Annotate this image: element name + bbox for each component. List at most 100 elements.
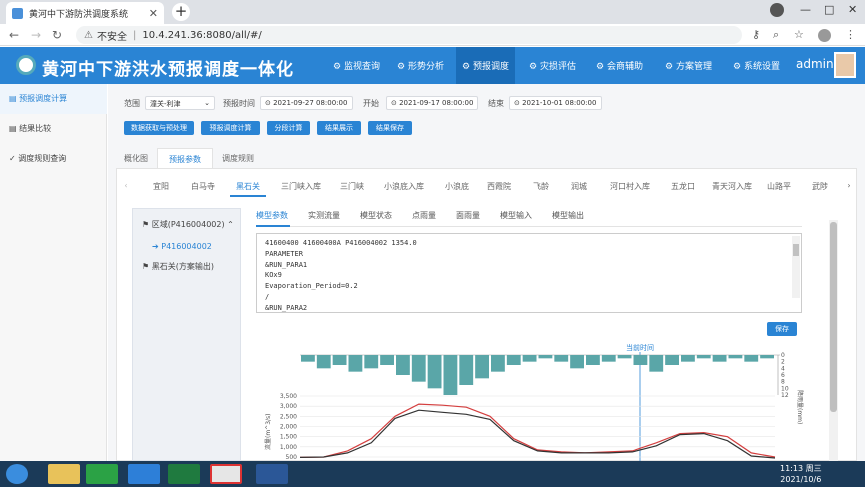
station-tab[interactable]: 润城 — [566, 181, 592, 197]
excel-icon[interactable] — [168, 464, 200, 484]
rainfall-bar — [665, 355, 679, 365]
omnibox[interactable]: ⚠ 不安全 | 10.4.241.36:8080/all/#/ — [76, 26, 742, 44]
wechat-icon[interactable] — [86, 464, 118, 484]
reload-icon[interactable]: ↻ — [52, 28, 62, 42]
station-tab[interactable]: 小浪底 — [440, 181, 474, 197]
editor-line: 41600400 41600400A P416004002 1354.0 — [265, 239, 417, 247]
start-time-value: 2021-09-17 08:00:00 — [399, 99, 474, 107]
nav-consult[interactable]: ⚙ 会商辅助 — [596, 59, 643, 72]
range-label: 范围 — [124, 99, 140, 108]
chevron-right-icon[interactable]: › — [845, 181, 853, 197]
preprocess-button[interactable]: 数据获取与预处理 — [124, 121, 194, 135]
rainfall-bar — [760, 355, 774, 359]
profile-download-icon[interactable] — [770, 3, 784, 17]
station-tab[interactable]: 西霞院 — [482, 181, 516, 197]
zoom-icon[interactable]: ⌕ — [773, 28, 779, 42]
tree-region-label: 区域(P416004002) — [151, 220, 225, 229]
chevron-left-icon[interactable]: ‹ — [122, 181, 130, 197]
favicon-icon — [12, 7, 23, 19]
page-scroll-thumb[interactable] — [830, 222, 837, 412]
ie-icon[interactable] — [128, 464, 160, 484]
range-select[interactable]: 潼关-利津 ⌄ — [145, 96, 215, 110]
save-button[interactable]: 保存 — [767, 322, 797, 336]
station-tab[interactable]: 白马寺 — [186, 181, 220, 197]
station-tab[interactable]: 河口村入库 — [604, 181, 656, 197]
tab-overview[interactable]: 概化图 — [116, 148, 156, 168]
maximize-icon[interactable]: □ — [824, 3, 834, 16]
nav-disaster[interactable]: ⚙ 灾损评估 — [529, 59, 576, 72]
chrome-icon[interactable] — [210, 464, 242, 484]
nav-situation[interactable]: ⚙ 形势分析 — [397, 59, 444, 72]
avatar[interactable] — [834, 52, 856, 78]
station-tab[interactable]: 宜阳 — [146, 181, 176, 197]
minimize-icon[interactable]: — — [800, 3, 811, 16]
show-result-button[interactable]: 结果展示 — [317, 121, 361, 135]
word-icon[interactable] — [256, 464, 288, 484]
forecast-time-label: 预报时间 — [223, 99, 255, 108]
station-tab[interactable]: 五龙口 — [666, 181, 700, 197]
editor-scroll-thumb[interactable] — [793, 244, 799, 256]
start-button-icon[interactable] — [6, 464, 28, 484]
back-icon[interactable]: ← — [9, 28, 19, 42]
tree-node-region[interactable]: ⚑ 区域(P416004002) ⌃ — [142, 219, 234, 230]
forward-icon[interactable]: → — [31, 28, 41, 42]
nav-plan[interactable]: ⚙ 方案管理 — [665, 59, 712, 72]
star-icon[interactable]: ☆ — [794, 28, 804, 41]
param-tab-model-state[interactable]: 模型状态 — [360, 210, 392, 224]
new-tab-button[interactable]: + — [172, 3, 190, 21]
segment-calc-button[interactable]: 分段计算 — [267, 121, 310, 135]
app-header: 黄河中下游洪水预报调度一体化 ⚙ 监视查询 ⚙ 形势分析 ⚙ 预报调度 ⚙ 灾损… — [0, 47, 865, 84]
sidebar-item-label: 结果比较 — [19, 124, 52, 133]
station-tab-active[interactable]: 黑石关 — [230, 181, 266, 197]
nav-consult-label: 会商辅助 — [606, 62, 643, 72]
station-tab[interactable]: 三门峡入库 — [276, 181, 326, 197]
sidebar-item-forecast-calc[interactable]: ▤ 预报调度计算 — [0, 84, 107, 114]
nav-monitor[interactable]: ⚙ 监视查询 — [333, 59, 380, 72]
current-time-label: 当前时间 — [626, 343, 654, 352]
clock-date: 2021/10/6 — [780, 475, 822, 484]
profile-icon[interactable] — [818, 29, 831, 42]
sidebar-item-compare[interactable]: ▤ 结果比较 — [0, 114, 107, 144]
tree-output-label: 黑石关(方案输出) — [151, 262, 214, 271]
nav-forecast[interactable]: ⚙ 预报调度 — [456, 47, 515, 84]
nav-settings[interactable]: ⚙ 系统设置 — [733, 59, 780, 72]
station-tab[interactable]: 三门峡 — [336, 181, 368, 197]
param-tab-divider — [256, 226, 802, 227]
menu-icon[interactable]: ⋮ — [845, 28, 856, 41]
forecast-time-input[interactable]: ⊙ 2021-09-27 08:00:00 — [260, 96, 353, 110]
rainfall-bar — [744, 355, 759, 362]
param-tab-point-rain[interactable]: 点雨量 — [412, 210, 436, 224]
user-name[interactable]: admin — [796, 57, 834, 71]
station-tab[interactable]: 飞龄 — [528, 181, 554, 197]
observed-flow-line — [299, 409, 776, 459]
rainfall-bar — [332, 355, 347, 365]
param-tab-model-output[interactable]: 模型输出 — [552, 210, 584, 224]
param-tab-area-rain[interactable]: 面雨量 — [456, 210, 480, 224]
url-text[interactable]: 10.4.241.36:8080/all/#/ — [142, 30, 261, 41]
param-tab-model-input[interactable]: 模型输入 — [500, 210, 532, 224]
station-tab[interactable]: 武陟 — [806, 181, 834, 197]
station-tab[interactable]: 山路平 — [762, 181, 796, 197]
close-tab-icon[interactable]: ✕ — [149, 7, 158, 20]
param-tab-measured-flow[interactable]: 实测流量 — [308, 210, 340, 224]
browser-tab[interactable]: 黄河中下游防洪调度系统 ✕ — [6, 2, 164, 24]
rainfall-bar — [696, 355, 711, 359]
tree-node-output[interactable]: ⚑ 黑石关(方案输出) — [142, 261, 214, 272]
editor-line: &RUN_PARA2 — [265, 303, 308, 312]
model-params-editor[interactable]: 41600400 41600400A P416004002 1354.0 PAR… — [256, 233, 802, 313]
save-result-button[interactable]: 结果保存 — [368, 121, 412, 135]
start-time-input[interactable]: ⊙ 2021-09-17 08:00:00 — [386, 96, 478, 110]
explorer-icon[interactable] — [48, 464, 80, 484]
station-tab[interactable]: 青天河入库 — [706, 181, 758, 197]
tree-node-child[interactable]: ➔ P416004002 — [152, 242, 212, 251]
tab-dispatch-rules[interactable]: 调度规则 — [214, 148, 262, 168]
forecast-calc-button[interactable]: 预报调度计算 — [201, 121, 260, 135]
param-tab-model-params[interactable]: 模型参数 — [256, 210, 288, 224]
taskbar-clock[interactable]: 11:13 周三 2021/10/6 — [780, 463, 822, 485]
station-tab[interactable]: 小浪底入库 — [378, 181, 430, 197]
close-window-icon[interactable]: ✕ — [848, 3, 857, 16]
end-time-input[interactable]: ⊙ 2021-10-01 08:00:00 — [509, 96, 602, 110]
key-icon[interactable]: ⚷ — [752, 28, 760, 41]
sidebar-item-rules[interactable]: ✓ 调度规则查询 — [0, 144, 107, 174]
tab-forecast-params[interactable]: 预报参数 — [157, 148, 213, 168]
